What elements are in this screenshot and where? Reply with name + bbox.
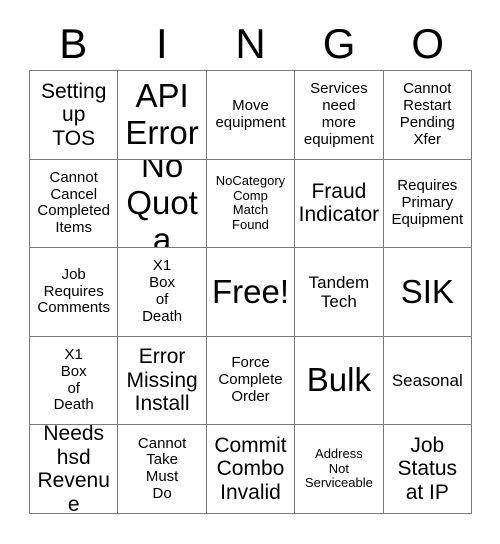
bingo-cell-label: SIK xyxy=(400,272,454,310)
bingo-cell[interactable]: Job Status at IP xyxy=(383,425,472,514)
bingo-cell-label: Job Status at IP xyxy=(397,433,458,504)
bingo-cell[interactable]: Needs hsd Revenue xyxy=(30,425,119,514)
bingo-cell[interactable]: Cannot Restart Pending Xfer xyxy=(383,71,472,160)
bingo-cell[interactable]: Cannot Take Must Do xyxy=(118,425,207,514)
bingo-cell-label: Fraud Indicator xyxy=(298,179,380,227)
bingo-cell[interactable]: Address Not Serviceable xyxy=(295,425,384,514)
bingo-cell[interactable]: Cannot Cancel Completed Items xyxy=(30,159,119,249)
bingo-cell-label: Cannot Take Must Do xyxy=(137,434,187,502)
bingo-cell[interactable]: X1 Box of Death xyxy=(118,248,207,337)
bingo-cell-label: X1 Box of Death xyxy=(53,346,94,414)
header-letter-i: I xyxy=(156,20,168,67)
bingo-cell-label: Address Not Serviceable xyxy=(304,446,373,491)
bingo-cell[interactable]: Commit Combo Invalid xyxy=(206,425,296,514)
bingo-cell[interactable]: Force Complete Order xyxy=(206,336,296,426)
bingo-cell[interactable]: Job Requires Comments xyxy=(30,248,119,337)
bingo-cell-label: Seasonal xyxy=(391,371,463,391)
bingo-cell[interactable]: Tandem Tech xyxy=(295,248,384,337)
bingo-cell[interactable]: Fraud Indicator xyxy=(295,159,384,249)
bingo-cell-label: Commit Combo Invalid xyxy=(214,433,287,504)
bingo-header: B I N G O xyxy=(29,18,472,70)
bingo-cell[interactable]: Requires Primary Equipment xyxy=(383,159,472,249)
bingo-cell-label: Needs hsd Revenue xyxy=(37,425,110,514)
bingo-cell-label: Error Missing Install xyxy=(126,345,198,416)
bingo-cell[interactable]: Setting up TOS xyxy=(30,71,119,160)
bingo-cell-label: Setting up TOS xyxy=(41,79,107,150)
header-letter-n: N xyxy=(235,20,266,67)
bingo-cell[interactable]: Seasonal xyxy=(383,336,472,426)
bingo-cell-label: Force Complete Order xyxy=(218,354,283,405)
bingo-cell-label: Free! xyxy=(211,272,289,310)
bingo-cell-label: Cannot Cancel Completed Items xyxy=(37,168,110,237)
bingo-cell-label: Requires Primary Equipment xyxy=(391,177,464,228)
bingo-cell-label: X1 Box of Death xyxy=(142,257,183,325)
bingo-cell[interactable]: X1 Box of Death xyxy=(30,336,119,426)
bingo-grid: Setting up TOS API Error Move equipment … xyxy=(29,70,472,514)
bingo-cell[interactable]: Services need more equipment xyxy=(295,71,384,160)
bingo-cell-label: API Error xyxy=(125,76,199,151)
bingo-cell[interactable]: API Error xyxy=(118,71,207,160)
bingo-cell[interactable]: NoCategory Comp Match Found xyxy=(206,159,296,249)
bingo-cell-label: Cannot Restart Pending Xfer xyxy=(399,80,455,148)
bingo-cell-label: No Quota xyxy=(126,159,198,249)
header-letter-o: O xyxy=(411,20,444,67)
header-letter-b: B xyxy=(59,20,88,67)
bingo-cell[interactable]: Move equipment xyxy=(206,71,296,160)
bingo-cell-label: Move equipment xyxy=(215,97,286,131)
bingo-cell-label: Tandem Tech xyxy=(308,272,370,311)
bingo-cell[interactable]: No Quota xyxy=(118,159,207,249)
bingo-cell[interactable]: SIK xyxy=(383,248,472,337)
header-letter-g: G xyxy=(322,20,356,67)
bingo-cell-label: Services need more equipment xyxy=(303,80,374,148)
bingo-card: B I N G O Setting up TOS API Error Move … xyxy=(0,0,500,544)
bingo-cell-label: Bulk xyxy=(306,361,371,399)
bingo-cell-free[interactable]: Free! xyxy=(206,248,296,337)
bingo-cell-label: NoCategory Comp Match Found xyxy=(215,173,286,232)
bingo-cell-label: Job Requires Comments xyxy=(37,265,110,317)
bingo-cell[interactable]: Error Missing Install xyxy=(118,336,207,426)
bingo-cell[interactable]: Bulk xyxy=(295,336,384,426)
